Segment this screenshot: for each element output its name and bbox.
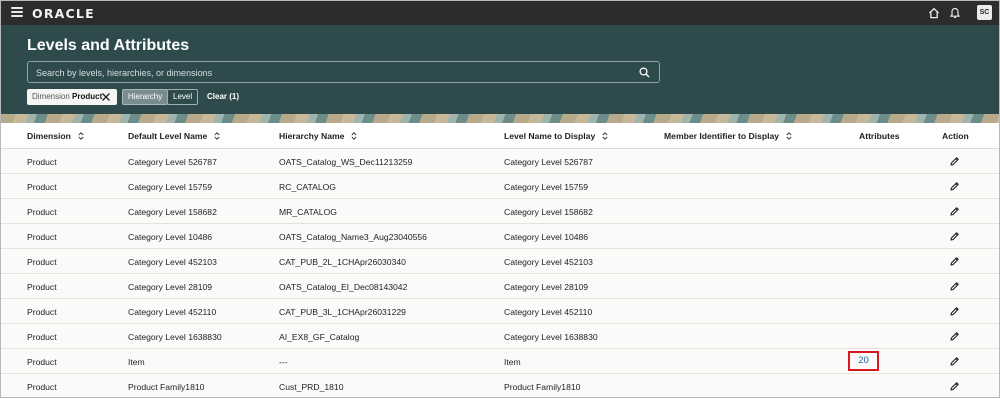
decorative-banner-strip bbox=[1, 114, 999, 123]
column-header-dimension[interactable]: Dimension bbox=[27, 131, 84, 141]
table-row: Product Category Level 28109 OATS_Catalog_… bbox=[1, 274, 999, 299]
home-icon[interactable] bbox=[928, 7, 940, 19]
search-box[interactable] bbox=[27, 61, 660, 83]
oracle-logo[interactable]: ORACLE bbox=[32, 6, 95, 21]
menu-icon[interactable] bbox=[11, 7, 23, 17]
cell-hierarchy-name: CAT_PUB_2L_1CHApr26030340 bbox=[279, 257, 406, 267]
table-row: Product Product Family1810 Cust_PRD_1810 Pr… bbox=[1, 374, 999, 397]
cell-default-level-name: Category Level 158682 bbox=[128, 207, 217, 217]
edit-icon[interactable] bbox=[949, 181, 960, 192]
sort-icon[interactable] bbox=[214, 132, 220, 140]
cell-hierarchy-name: Cust_PRD_1810 bbox=[279, 382, 344, 392]
cell-hierarchy-name: CAT_PUB_3L_1CHApr26031229 bbox=[279, 307, 406, 317]
cell-dimension: Product bbox=[27, 357, 57, 367]
cell-level-name-to-display: Category Level 1638830 bbox=[504, 332, 598, 342]
cell-level-name-to-display: Item bbox=[504, 357, 521, 367]
table-header: Dimension Default Level Name Hierarchy N… bbox=[1, 123, 999, 149]
dimension-filter-chip[interactable]: Dimension Product bbox=[27, 89, 117, 105]
sort-icon[interactable] bbox=[786, 132, 792, 140]
cell-dimension: Product bbox=[27, 182, 57, 192]
app-frame: ORACLE SC Levels and Attributes Dimensio… bbox=[0, 0, 1000, 398]
cell-hierarchy-name: OATS_Catalog_Name3_Aug23040556 bbox=[279, 232, 427, 242]
cell-default-level-name: Category Level 1638830 bbox=[128, 332, 222, 342]
table-row: Product Item --- Item 20 bbox=[1, 349, 999, 374]
cell-hierarchy-name: OATS_Catalog_EI_Dec08143042 bbox=[279, 282, 408, 292]
cell-dimension: Product bbox=[27, 282, 57, 292]
cell-dimension: Product bbox=[27, 157, 57, 167]
cell-hierarchy-name: --- bbox=[279, 357, 288, 367]
cell-default-level-name: Category Level 526787 bbox=[128, 157, 217, 167]
dimension-chip-value: Product bbox=[72, 92, 103, 101]
level-filter-chip[interactable]: Level bbox=[167, 89, 199, 105]
page-header: Levels and Attributes Dimension Product … bbox=[1, 25, 999, 117]
table-row: Product Category Level 158682 MR_CATALOG Ca… bbox=[1, 199, 999, 224]
clear-filters-button[interactable]: Clear (1) bbox=[202, 89, 244, 105]
cell-level-name-to-display: Category Level 10486 bbox=[504, 232, 589, 242]
avatar[interactable]: SC bbox=[977, 5, 992, 20]
cell-dimension: Product bbox=[27, 257, 57, 267]
cell-default-level-name: Category Level 452103 bbox=[128, 257, 217, 267]
edit-icon[interactable] bbox=[949, 331, 960, 342]
column-header-attributes: Attributes bbox=[859, 131, 900, 141]
cell-default-level-name: Category Level 15759 bbox=[128, 182, 213, 192]
cell-dimension: Product bbox=[27, 332, 57, 342]
page-title: Levels and Attributes bbox=[27, 37, 190, 54]
table-row: Product Category Level 526787 OATS_Catalog… bbox=[1, 149, 999, 174]
column-header-member-identifier[interactable]: Member Identifier to Display bbox=[664, 131, 792, 141]
cell-default-level-name: Category Level 452110 bbox=[128, 307, 217, 317]
sort-icon[interactable] bbox=[78, 132, 84, 140]
cell-default-level-name: Product Family1810 bbox=[128, 382, 205, 392]
cell-level-name-to-display: Category Level 452110 bbox=[504, 307, 593, 317]
cell-level-name-to-display: Category Level 452103 bbox=[504, 257, 593, 267]
edit-icon[interactable] bbox=[949, 306, 960, 317]
cell-level-name-to-display: Category Level 158682 bbox=[504, 207, 593, 217]
search-icon[interactable] bbox=[639, 67, 650, 78]
edit-icon[interactable] bbox=[949, 256, 960, 267]
cell-default-level-name: Item bbox=[128, 357, 145, 367]
top-bar: ORACLE SC bbox=[1, 1, 999, 25]
edit-icon[interactable] bbox=[949, 356, 960, 367]
edit-icon[interactable] bbox=[949, 156, 960, 167]
cell-level-name-to-display: Category Level 28109 bbox=[504, 282, 589, 292]
edit-icon[interactable] bbox=[949, 231, 960, 242]
edit-icon[interactable] bbox=[949, 381, 960, 392]
table-row: Product Category Level 10486 OATS_Catalog_… bbox=[1, 224, 999, 249]
bell-icon[interactable] bbox=[949, 6, 961, 19]
cell-hierarchy-name: AI_EX8_GF_Catalog bbox=[279, 332, 360, 342]
column-header-default-level-name[interactable]: Default Level Name bbox=[128, 131, 220, 141]
cell-dimension: Product bbox=[27, 232, 57, 242]
table-row: Product Category Level 15759 RC_CATALOG Cat… bbox=[1, 174, 999, 199]
cell-hierarchy-name: RC_CATALOG bbox=[279, 182, 336, 192]
sort-icon[interactable] bbox=[602, 132, 608, 140]
cell-hierarchy-name: MR_CATALOG bbox=[279, 207, 337, 217]
cell-dimension: Product bbox=[27, 382, 57, 392]
hierarchy-filter-chip[interactable]: Hierarchy bbox=[122, 89, 169, 105]
cell-dimension: Product bbox=[27, 207, 57, 217]
edit-icon[interactable] bbox=[949, 281, 960, 292]
cell-default-level-name: Category Level 10486 bbox=[128, 232, 213, 242]
edit-icon[interactable] bbox=[949, 206, 960, 217]
cell-default-level-name: Category Level 28109 bbox=[128, 282, 213, 292]
attributes-count-link[interactable]: 20 bbox=[848, 351, 879, 371]
dimension-chip-label: Dimension bbox=[32, 92, 70, 101]
cell-hierarchy-name: OATS_Catalog_WS_Dec11213259 bbox=[279, 157, 413, 167]
cell-level-name-to-display: Product Family1810 bbox=[504, 382, 581, 392]
close-icon[interactable] bbox=[101, 92, 111, 102]
table-row: Product Category Level 1638830 AI_EX8_GF_C… bbox=[1, 324, 999, 349]
table-row: Product Category Level 452103 CAT_PUB_2L_1… bbox=[1, 249, 999, 274]
column-header-hierarchy-name[interactable]: Hierarchy Name bbox=[279, 131, 358, 141]
cell-dimension: Product bbox=[27, 307, 57, 317]
sort-icon[interactable] bbox=[351, 132, 358, 140]
column-header-level-name-to-display[interactable]: Level Name to Display bbox=[504, 131, 608, 141]
cell-level-name-to-display: Category Level 15759 bbox=[504, 182, 589, 192]
table-row: Product Category Level 452110 CAT_PUB_3L_1… bbox=[1, 299, 999, 324]
search-input[interactable] bbox=[36, 66, 626, 79]
cell-level-name-to-display: Category Level 526787 bbox=[504, 157, 593, 167]
column-header-action: Action bbox=[942, 131, 969, 141]
